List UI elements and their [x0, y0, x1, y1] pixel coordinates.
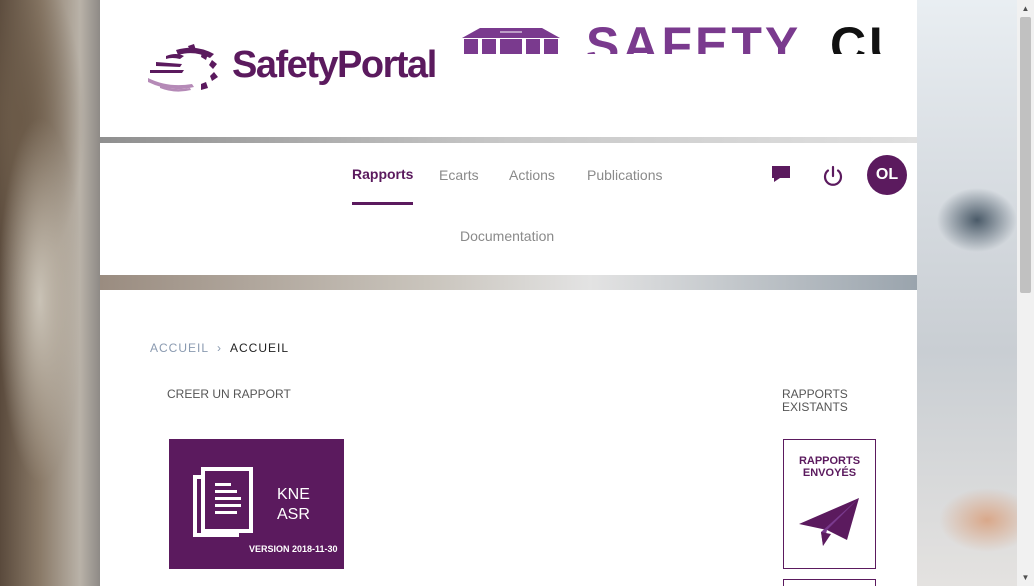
sent-reports-label: RAPPORTS ENVOYÉS [798, 455, 861, 479]
chevron-right-icon: › [217, 341, 223, 355]
background-strip [100, 275, 917, 290]
tab-documentation[interactable]: Documentation [460, 227, 554, 267]
safetyportal-logo-text: SafetyPortal [232, 44, 437, 86]
tab-actions[interactable]: Actions [509, 166, 555, 206]
site-header: SafetyPortal SAFETY CUBE [100, 0, 917, 137]
report-card-title-line-2: ASR [277, 506, 310, 523]
safetyportal-logo[interactable]: SafetyPortal [146, 40, 446, 95]
paper-plane-icon [799, 498, 859, 546]
documents-icon [193, 467, 253, 537]
tab-publications[interactable]: Publications [587, 166, 663, 206]
next-report-card[interactable] [783, 579, 876, 586]
tab-rapports[interactable]: Rapports [352, 165, 414, 205]
breadcrumb: ACCUEIL › ACCUEIL [150, 341, 289, 355]
existing-reports-title: RAPPORTS EXISTANTS [782, 387, 848, 414]
scrollbar-thumb[interactable] [1020, 17, 1031, 293]
report-card-version: VERSION 2018-11-30 [249, 544, 338, 554]
user-avatar[interactable]: OL [867, 155, 907, 195]
partner-logo: SAFETY CUBE [460, 22, 890, 54]
breadcrumb-current: ACCUEIL [230, 341, 290, 355]
create-report-kne-asr-card[interactable]: KNE ASR VERSION 2018-11-30 [169, 439, 344, 569]
sent-reports-card[interactable]: RAPPORTS ENVOYÉS [783, 439, 876, 569]
partner-logo-mark-icon [462, 28, 560, 54]
partner-logo-text-1: SAFETY [586, 22, 802, 54]
partner-logo-text-2: CUBE [830, 22, 890, 54]
message-icon[interactable] [768, 161, 794, 187]
safetyportal-logo-mark-icon [148, 44, 218, 92]
page-scrollbar[interactable]: ▲ ▼ [1017, 0, 1034, 586]
breadcrumb-home-link[interactable]: ACCUEIL [150, 341, 209, 355]
tab-ecarts[interactable]: Ecarts [439, 166, 479, 206]
create-report-title: CREER UN RAPPORT [167, 387, 291, 401]
scroll-up-arrow-icon[interactable]: ▲ [1017, 0, 1034, 17]
main-content: ACCUEIL › ACCUEIL CREER UN RAPPORT RAPPO… [100, 290, 917, 586]
report-card-title-line-1: KNE [277, 486, 310, 503]
main-navigation: Rapports Ecarts Actions Publications Doc… [100, 143, 917, 275]
power-icon[interactable] [820, 163, 846, 189]
scroll-down-arrow-icon[interactable]: ▼ [1017, 569, 1034, 586]
